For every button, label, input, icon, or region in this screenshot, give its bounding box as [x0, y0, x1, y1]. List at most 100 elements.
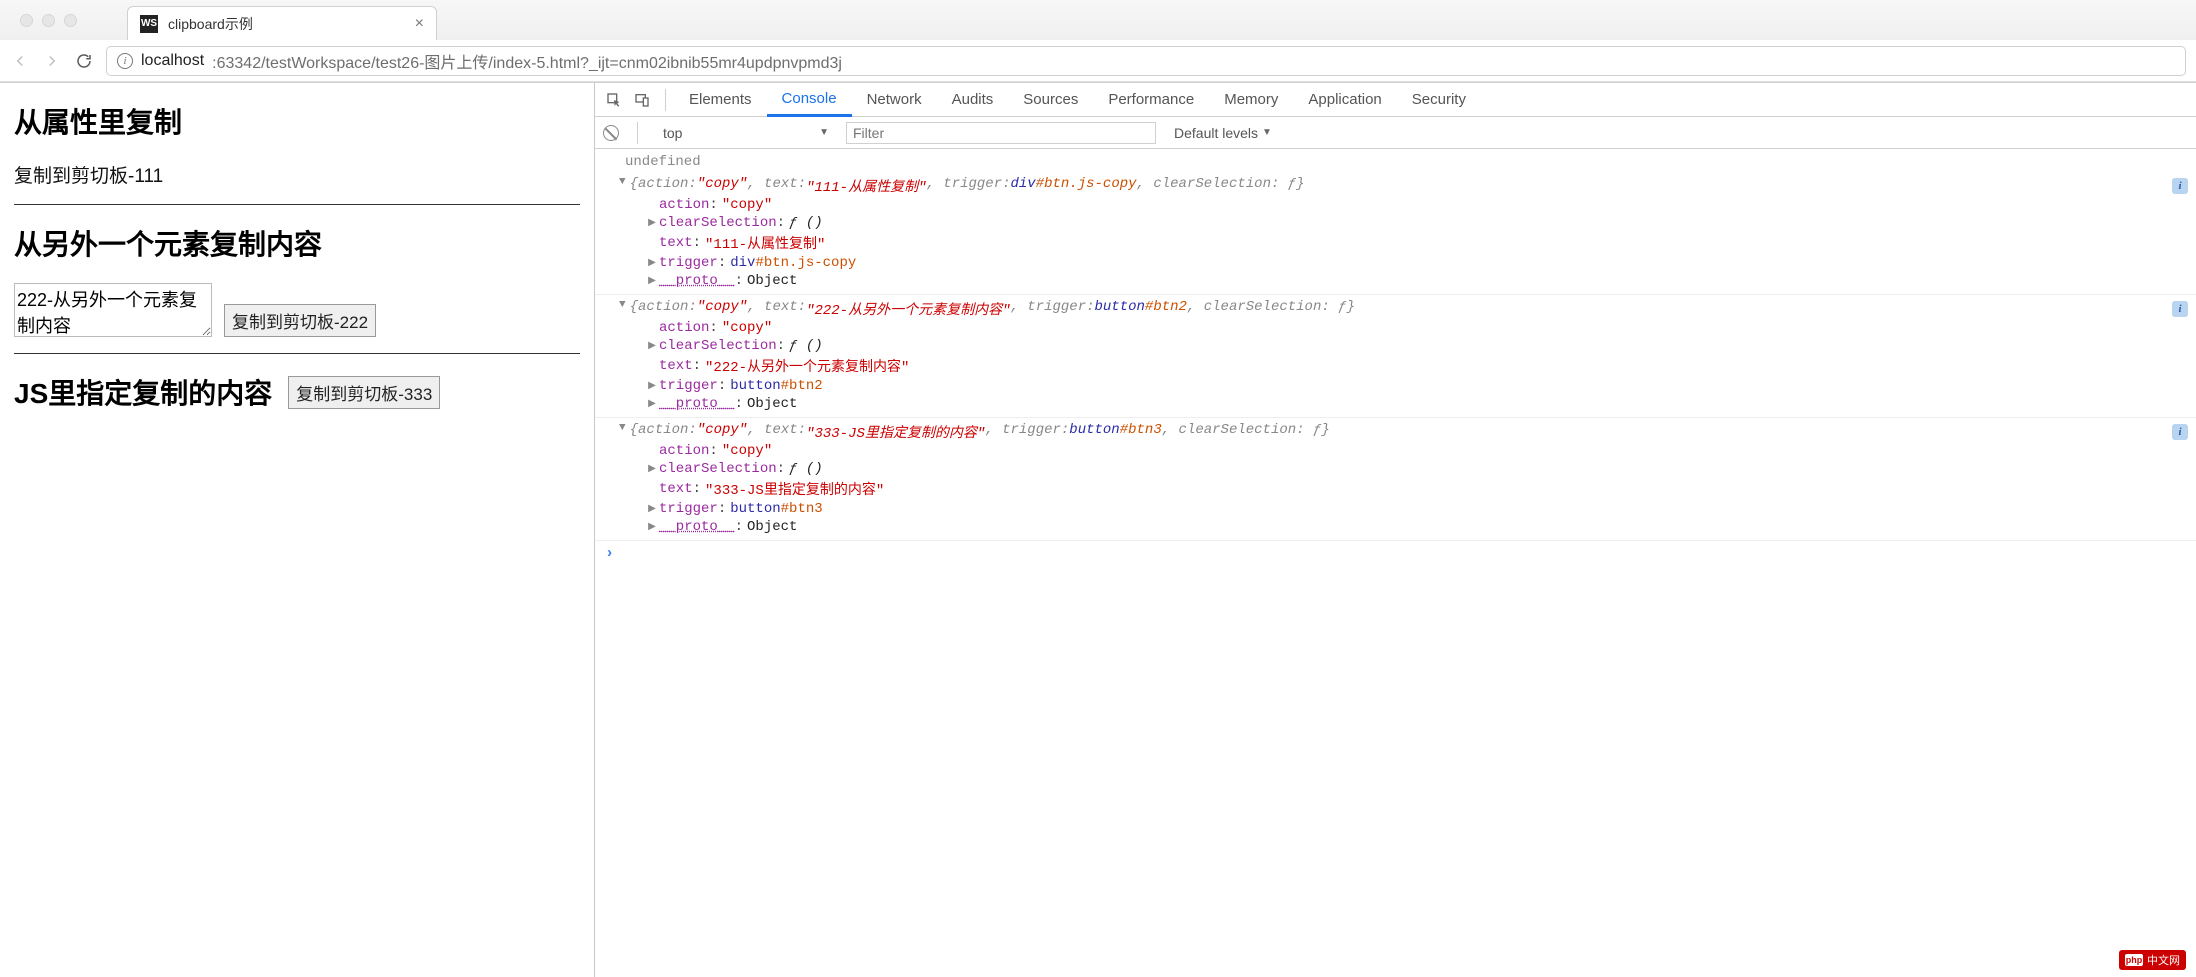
- copy-link-111[interactable]: 复制到剪切板-111: [14, 161, 580, 188]
- object-properties: action: "copy"▶clearSelection: ƒ ()text:…: [619, 196, 2186, 290]
- close-tab-icon[interactable]: ×: [415, 15, 424, 33]
- device-toolbar-icon[interactable]: [629, 87, 655, 113]
- caret-right-icon: ▶: [645, 217, 659, 229]
- object-property[interactable]: ▶clearSelection: ƒ (): [645, 214, 2186, 232]
- info-badge-icon[interactable]: i: [2172, 301, 2188, 317]
- console-prompt[interactable]: ›: [595, 541, 2196, 566]
- info-badge-icon[interactable]: i: [2172, 178, 2188, 194]
- object-property[interactable]: action: "copy": [645, 319, 2186, 337]
- browser-tab[interactable]: WS clipboard示例 ×: [127, 6, 437, 40]
- separator: [637, 122, 638, 144]
- url-host: localhost: [141, 52, 204, 70]
- section-2: 从另外一个元素复制内容 复制到剪切板-222: [14, 223, 580, 354]
- console-object[interactable]: i▼{action: "copy", text: "222-从另外一个元素复制内…: [595, 295, 2196, 418]
- context-value: top: [663, 125, 682, 141]
- console-toolbar: top ▼ Default levels ▼: [595, 117, 2196, 149]
- object-property[interactable]: ▶trigger: button#btn2: [645, 377, 2186, 395]
- console-object[interactable]: i▼{action: "copy", text: "333-JS里指定复制的内容…: [595, 418, 2196, 541]
- window-controls: [10, 14, 87, 27]
- console-object[interactable]: i▼{action: "copy", text: "111-从属性复制", tr…: [595, 172, 2196, 295]
- copy-button-222[interactable]: 复制到剪切板-222: [224, 304, 376, 337]
- object-summary[interactable]: ▼{action: "copy", text: "333-JS里指定复制的内容"…: [619, 422, 2186, 442]
- page-content: 从属性里复制 复制到剪切板-111 从另外一个元素复制内容 复制到剪切板-222…: [0, 83, 594, 977]
- watermark-icon: php: [2125, 954, 2143, 966]
- object-property[interactable]: text: "333-JS里指定复制的内容": [645, 478, 2186, 500]
- tab-elements[interactable]: Elements: [674, 83, 767, 117]
- close-window-icon[interactable]: [20, 14, 33, 27]
- filter-input[interactable]: [846, 122, 1156, 144]
- object-property[interactable]: text: "222-从另外一个元素复制内容": [645, 355, 2186, 377]
- separator: [665, 89, 666, 111]
- tab-memory[interactable]: Memory: [1209, 83, 1293, 117]
- heading-3: JS里指定复制的内容: [14, 372, 272, 412]
- log-levels-select[interactable]: Default levels ▼: [1174, 125, 1272, 141]
- caret-right-icon: ▶: [645, 380, 659, 392]
- caret-down-icon: ▼: [619, 422, 626, 442]
- info-badge-icon[interactable]: i: [2172, 424, 2188, 440]
- caret-right-icon: ▶: [645, 275, 659, 287]
- section-1: 从属性里复制 复制到剪切板-111: [14, 101, 580, 205]
- caret-right-icon: ▶: [645, 463, 659, 475]
- chevron-down-icon: ▼: [819, 127, 829, 138]
- tab-strip: WS clipboard示例 ×: [0, 0, 2196, 40]
- object-property[interactable]: ▶trigger: button#btn3: [645, 500, 2186, 518]
- watermark-text: 中文网: [2147, 952, 2180, 968]
- devtools-tabs: Elements Console Network Audits Sources …: [595, 83, 2196, 117]
- console-line-undefined: undefined: [595, 153, 2196, 172]
- divider: [14, 353, 580, 354]
- heading-2: 从另外一个元素复制内容: [14, 223, 580, 263]
- object-property[interactable]: action: "copy": [645, 442, 2186, 460]
- forward-button[interactable]: [42, 52, 62, 70]
- tab-sources[interactable]: Sources: [1008, 83, 1093, 117]
- object-property[interactable]: ▶clearSelection: ƒ (): [645, 337, 2186, 355]
- url-path: :63342/testWorkspace/test26-图片上传/index-5…: [212, 49, 842, 73]
- object-property[interactable]: action: "copy": [645, 196, 2186, 214]
- divider: [14, 204, 580, 205]
- console-body[interactable]: undefined i▼{action: "copy", text: "111-…: [595, 149, 2196, 977]
- caret-down-icon: ▼: [619, 176, 626, 196]
- tab-application[interactable]: Application: [1293, 83, 1396, 117]
- tab-network[interactable]: Network: [852, 83, 937, 117]
- tab-console[interactable]: Console: [767, 83, 852, 117]
- caret-right-icon: ▶: [645, 503, 659, 515]
- tab-security[interactable]: Security: [1397, 83, 1481, 117]
- object-property-proto[interactable]: ▶__proto__: Object: [645, 518, 2186, 536]
- clear-console-icon[interactable]: [603, 125, 619, 141]
- browser-chrome: WS clipboard示例 × i localhost :63342/testW…: [0, 0, 2196, 83]
- copy-button-333[interactable]: 复制到剪切板-333: [288, 376, 440, 409]
- object-summary[interactable]: ▼{action: "copy", text: "111-从属性复制", tri…: [619, 176, 2186, 196]
- object-summary[interactable]: ▼{action: "copy", text: "222-从另外一个元素复制内容…: [619, 299, 2186, 319]
- object-property[interactable]: ▶clearSelection: ƒ (): [645, 460, 2186, 478]
- source-textarea[interactable]: [14, 283, 212, 337]
- context-select[interactable]: top ▼: [656, 122, 836, 144]
- caret-right-icon: ▶: [645, 257, 659, 269]
- devtools-panel: Elements Console Network Audits Sources …: [594, 83, 2196, 977]
- maximize-window-icon[interactable]: [64, 14, 77, 27]
- caret-right-icon: ▶: [645, 398, 659, 410]
- heading-1: 从属性里复制: [14, 101, 580, 141]
- tab-audits[interactable]: Audits: [937, 83, 1009, 117]
- caret-down-icon: ▼: [619, 299, 626, 319]
- levels-label: Default levels: [1174, 125, 1258, 141]
- address-bar[interactable]: i localhost :63342/testWorkspace/test26-图…: [106, 46, 2186, 76]
- chevron-down-icon: ▼: [1262, 127, 1272, 138]
- site-info-icon[interactable]: i: [117, 53, 133, 69]
- caret-right-icon: ▶: [645, 340, 659, 352]
- object-property[interactable]: ▶trigger: div#btn.js-copy: [645, 254, 2186, 272]
- object-property[interactable]: text: "111-从属性复制": [645, 232, 2186, 254]
- object-property-proto[interactable]: ▶__proto__: Object: [645, 395, 2186, 413]
- reload-button[interactable]: [74, 52, 94, 70]
- back-button[interactable]: [10, 52, 30, 70]
- object-property-proto[interactable]: ▶__proto__: Object: [645, 272, 2186, 290]
- inspect-element-icon[interactable]: [601, 87, 627, 113]
- minimize-window-icon[interactable]: [42, 14, 55, 27]
- viewport-split: 从属性里复制 复制到剪切板-111 从另外一个元素复制内容 复制到剪切板-222…: [0, 83, 2196, 977]
- section-3: JS里指定复制的内容 复制到剪切板-333: [14, 372, 580, 412]
- watermark: php 中文网: [2119, 950, 2186, 970]
- object-properties: action: "copy"▶clearSelection: ƒ ()text:…: [619, 442, 2186, 536]
- caret-right-icon: ▶: [645, 521, 659, 533]
- nav-toolbar: i localhost :63342/testWorkspace/test26-图…: [0, 40, 2196, 82]
- tab-favicon: WS: [140, 15, 158, 33]
- tab-title: clipboard示例: [168, 14, 253, 34]
- tab-performance[interactable]: Performance: [1093, 83, 1209, 117]
